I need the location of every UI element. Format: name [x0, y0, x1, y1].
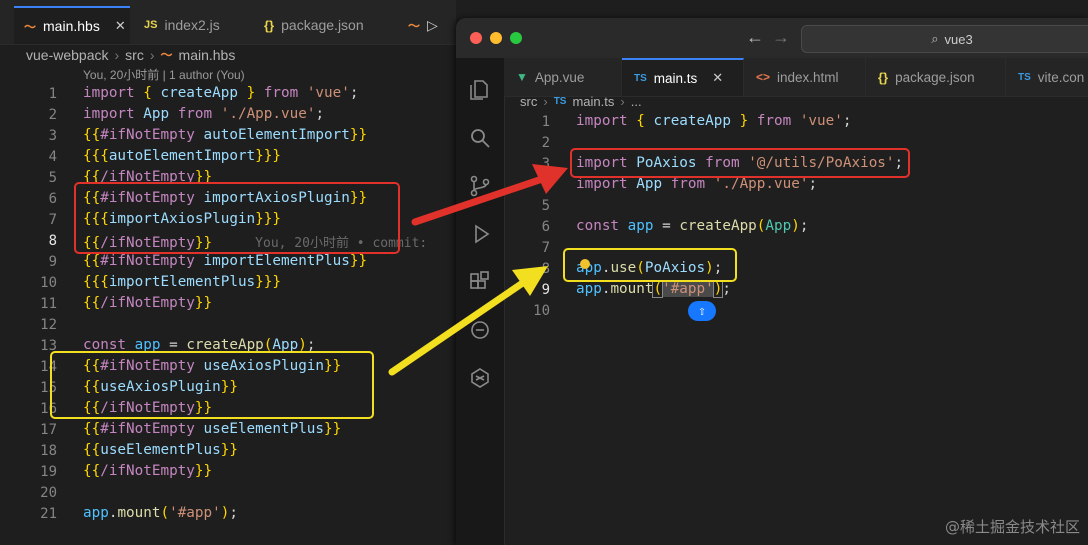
watermark: @稀土掘金技术社区	[944, 518, 1080, 536]
annotation-arrows	[388, 164, 568, 376]
red-arrow	[411, 164, 568, 226]
yellow-arrow	[388, 266, 548, 376]
